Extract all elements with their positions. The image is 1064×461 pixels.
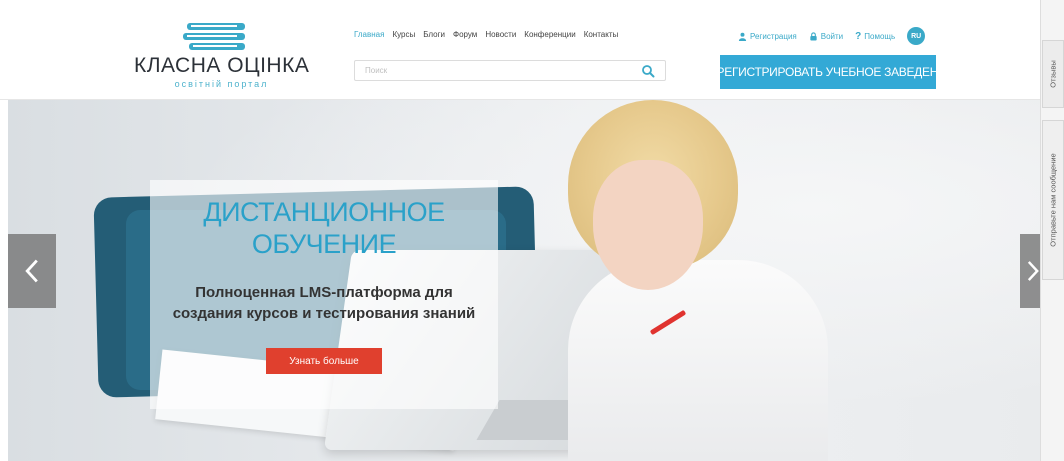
feedback-tab[interactable]: Отзывы [1042, 40, 1064, 108]
side-tabs: Отзывы Отправьте нам сообщение [1040, 0, 1064, 461]
nav-item-blogs[interactable]: Блоги [423, 30, 445, 39]
logo-subtitle: освітній портал [174, 79, 269, 89]
help-label: Помощь [864, 31, 896, 41]
logo-title: КЛАСНА ОЦІНКА [134, 54, 310, 77]
hero-photo-person-body [568, 260, 828, 461]
chevron-left-icon [25, 259, 38, 283]
nav-item-home[interactable]: Главная [354, 30, 384, 39]
nav-item-conferences[interactable]: Конференции [524, 30, 575, 39]
register-label: Регистрация [750, 31, 797, 41]
help-link[interactable]: ? Помощь [855, 31, 895, 42]
site-header: КЛАСНА ОЦІНКА освітній портал Главная Ку… [0, 0, 1040, 100]
nav-item-contacts[interactable]: Контакты [584, 30, 619, 39]
message-tab[interactable]: Отправьте нам сообщение [1042, 120, 1064, 280]
learn-more-button[interactable]: Узнать больше [266, 348, 382, 374]
hero-text: Полноценная LMS-платформа для создания к… [172, 284, 476, 322]
search-input[interactable] [355, 61, 635, 80]
page: КЛАСНА ОЦІНКА освітній портал Главная Ку… [0, 0, 1064, 461]
language-switcher[interactable]: RU [907, 27, 926, 45]
hero-panel: ДИСТАНЦИОННОЕ ОБУЧЕНИЕ Полноценная LMS-п… [150, 180, 498, 409]
message-tab-label: Отправьте нам сообщение [1048, 153, 1058, 247]
user-icon [738, 32, 747, 41]
chevron-right-icon [1027, 261, 1039, 281]
question-icon: ? [855, 30, 862, 42]
hero-title-line1: ДИСТАНЦИОННОЕ [203, 197, 445, 227]
search-icon[interactable] [641, 64, 655, 78]
hero-photo-person-face [593, 160, 703, 290]
hero-slider: ДИСТАНЦИОННОЕ ОБУЧЕНИЕ Полноценная LMS-п… [8, 100, 1040, 461]
feedback-tab-label: Отзывы [1048, 60, 1058, 88]
register-link[interactable]: Регистрация [738, 32, 797, 41]
books-logo-icon [183, 23, 245, 50]
hero-title-line2: ОБУЧЕНИЕ [251, 229, 397, 259]
search-box [354, 60, 666, 81]
user-bar: Регистрация Войти ? Помощь RU [738, 27, 926, 45]
nav-item-forum[interactable]: Форум [453, 30, 477, 39]
slider-next-button[interactable] [1020, 234, 1040, 308]
nav-item-courses[interactable]: Курсы [392, 30, 415, 39]
slider-prev-button[interactable] [8, 234, 56, 308]
site-logo[interactable]: КЛАСНА ОЦІНКА освітній портал [134, 22, 309, 92]
hero-title: ДИСТАНЦИОННОЕ ОБУЧЕНИЕ [150, 196, 498, 260]
login-label: Войти [820, 31, 844, 41]
register-school-button[interactable]: ЗАРЕГИСТРИРОВАТЬ УЧЕБНОЕ ЗАВЕДЕНИЕ [702, 55, 954, 89]
login-link[interactable]: Войти [809, 32, 843, 41]
main-nav: Главная Курсы Блоги Форум Новости Конфер… [354, 30, 618, 39]
lock-icon [810, 31, 817, 41]
nav-item-news[interactable]: Новости [485, 30, 516, 39]
